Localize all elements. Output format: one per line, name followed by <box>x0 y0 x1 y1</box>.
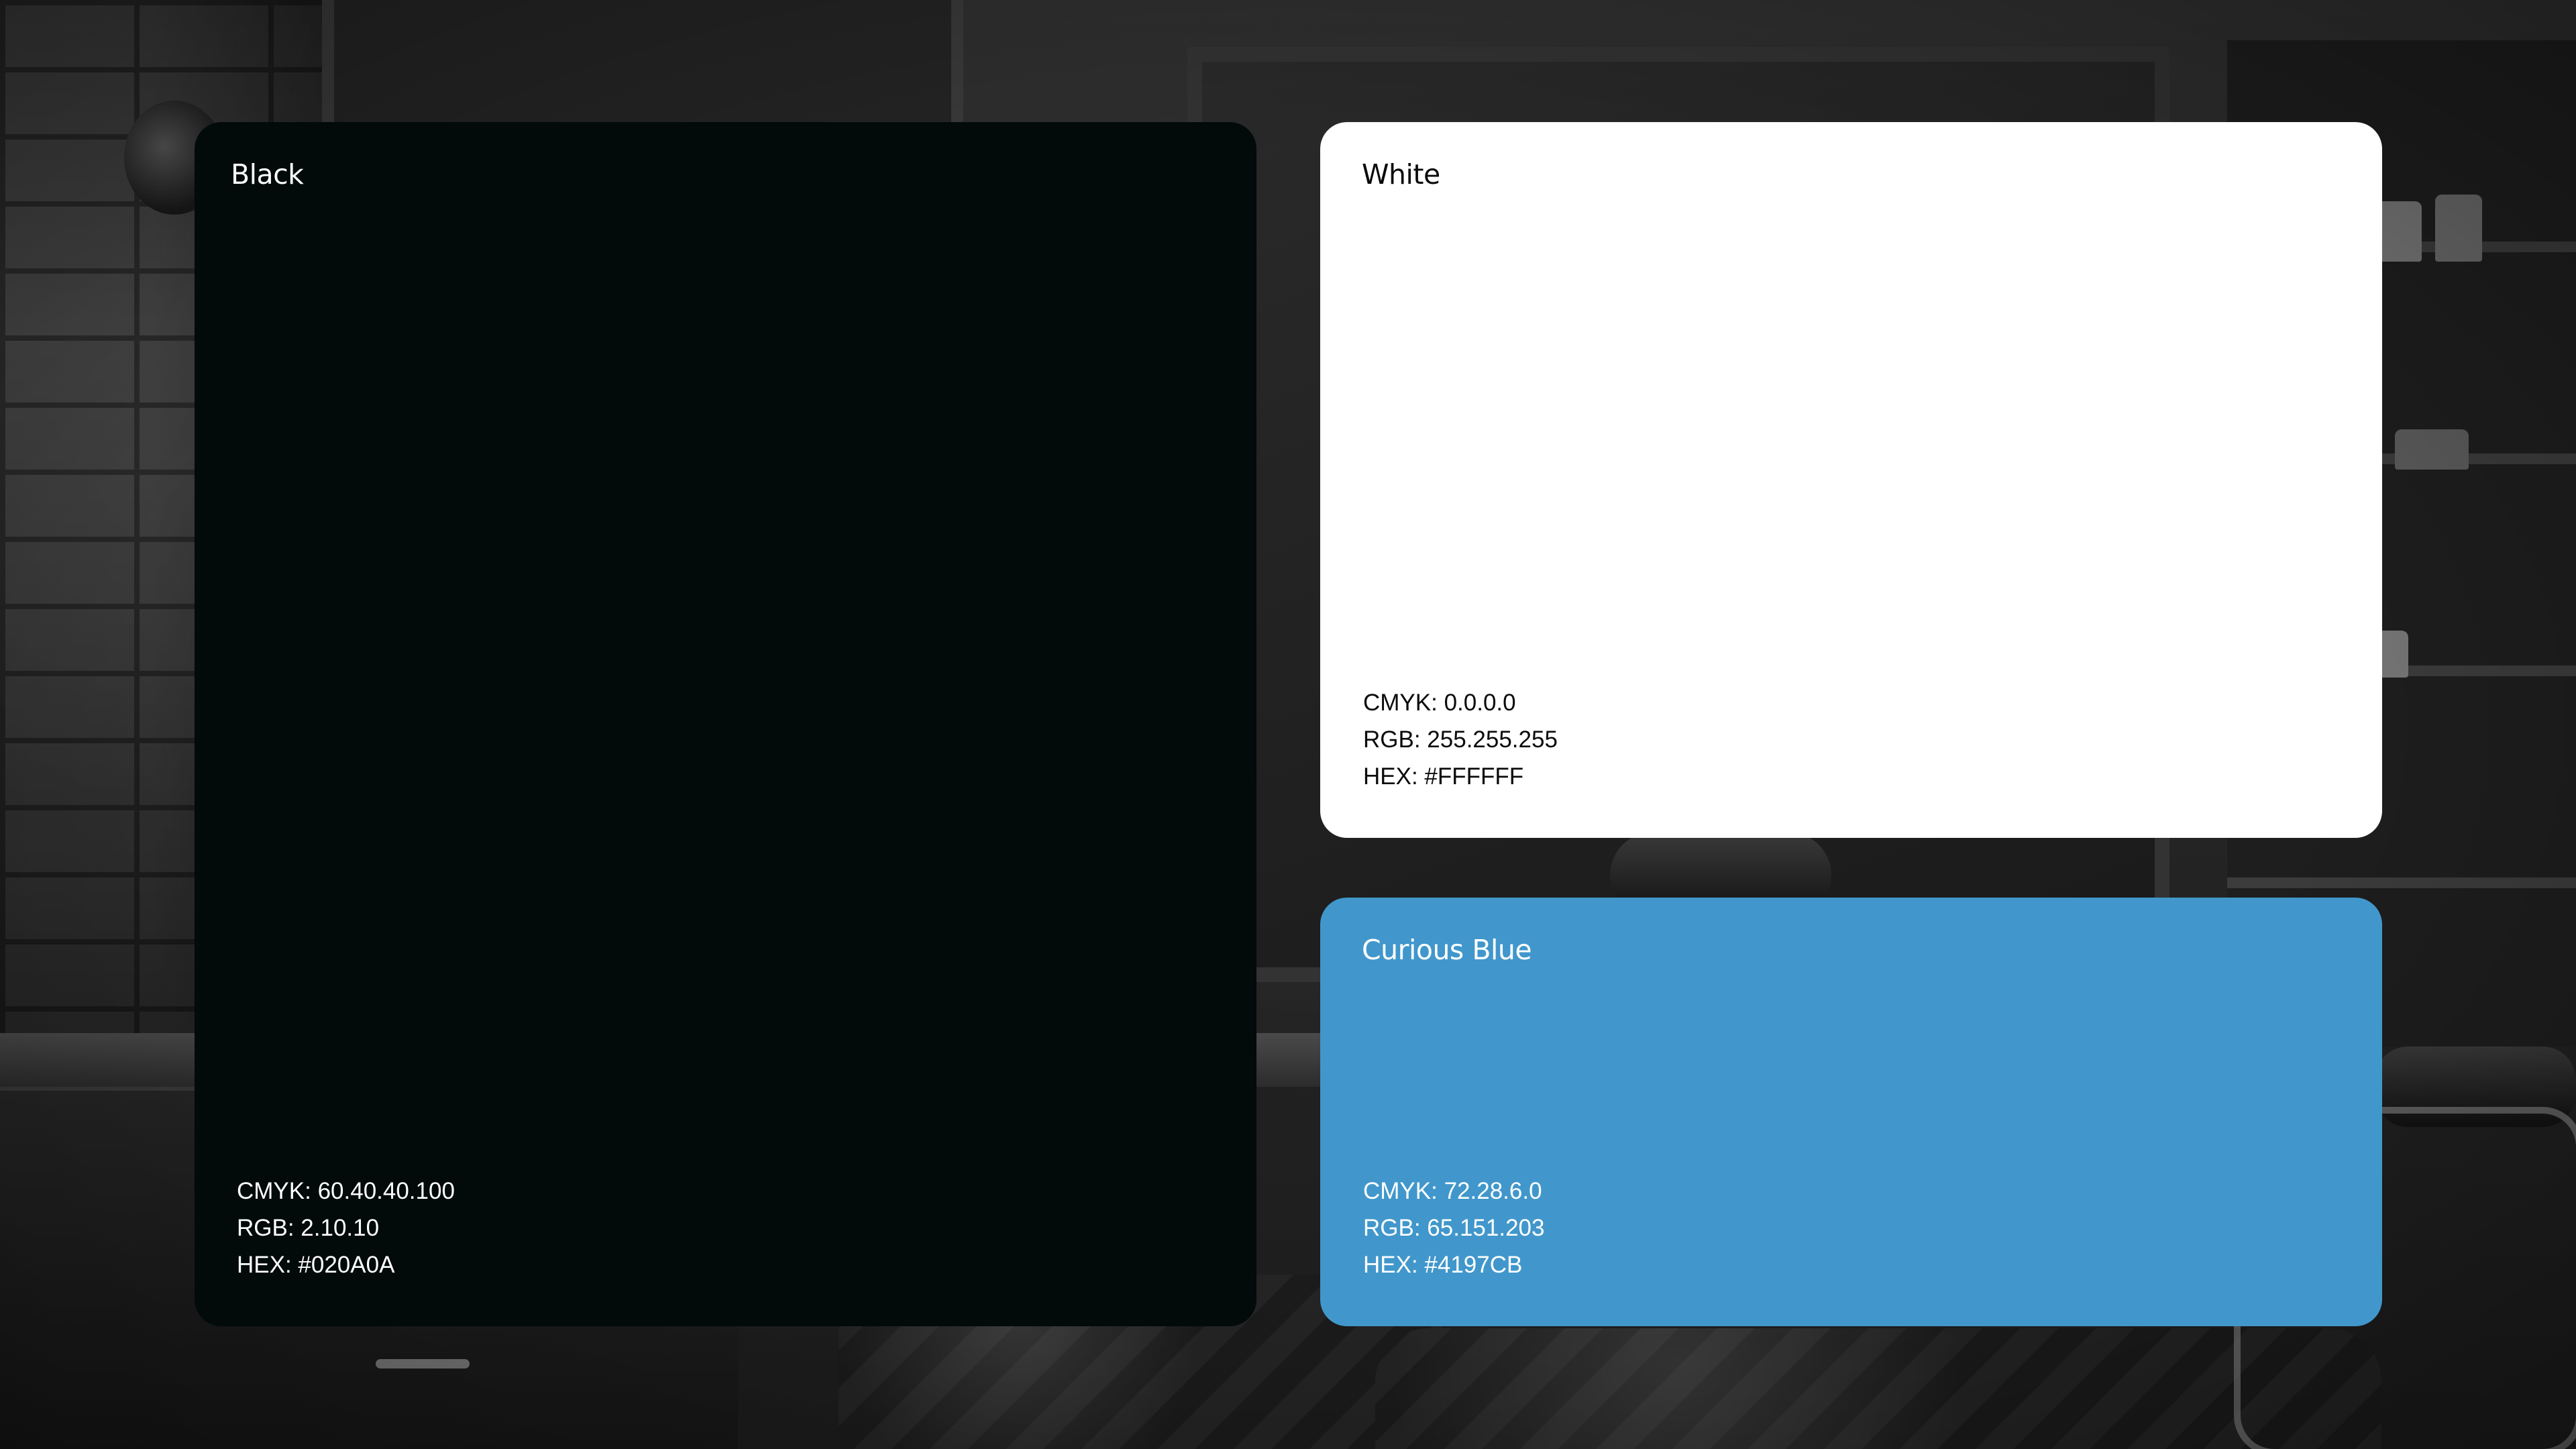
swatch-name: Curious Blue <box>1362 934 1532 966</box>
swatch-codes: CMYK: 60.40.40.100 RGB: 2.10.10 HEX: #02… <box>237 1173 455 1283</box>
swatch-cmyk: CMYK: 72.28.6.0 <box>1363 1178 1542 1204</box>
swatch-codes: CMYK: 0.0.0.0 RGB: 255.255.255 HEX: #FFF… <box>1363 684 1558 795</box>
swatch-cmyk: CMYK: 0.0.0.0 <box>1363 690 1516 716</box>
swatch-rgb: RGB: 2.10.10 <box>237 1215 380 1241</box>
swatch-hex: HEX: #4197CB <box>1363 1252 1523 1278</box>
swatch-hex: HEX: #FFFFFF <box>1363 763 1524 790</box>
swatch-cmyk: CMYK: 60.40.40.100 <box>237 1178 455 1204</box>
swatch-hex: HEX: #020A0A <box>237 1252 395 1278</box>
swatch-card-white: White CMYK: 0.0.0.0 RGB: 255.255.255 HEX… <box>1320 122 2382 838</box>
swatch-name: White <box>1362 158 1440 191</box>
swatch-card-black: Black CMYK: 60.40.40.100 RGB: 2.10.10 HE… <box>195 122 1256 1326</box>
swatch-rgb: RGB: 65.151.203 <box>1363 1215 1545 1241</box>
swatch-rgb: RGB: 255.255.255 <box>1363 727 1558 753</box>
swatch-codes: CMYK: 72.28.6.0 RGB: 65.151.203 HEX: #41… <box>1363 1173 1544 1283</box>
swatch-card-curious-blue: Curious Blue CMYK: 72.28.6.0 RGB: 65.151… <box>1320 898 2382 1326</box>
swatch-name: Black <box>231 158 304 191</box>
